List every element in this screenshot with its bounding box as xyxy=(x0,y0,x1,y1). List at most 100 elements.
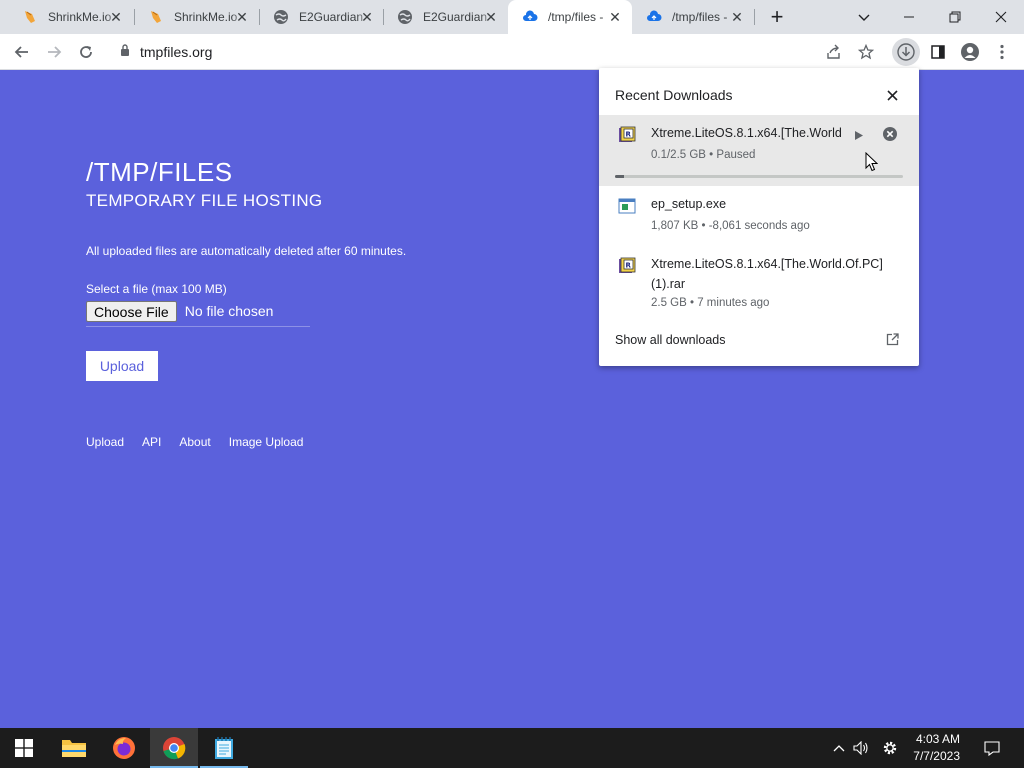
footer-link-upload[interactable]: Upload xyxy=(86,435,124,449)
cancel-download-button[interactable] xyxy=(882,126,898,142)
close-icon xyxy=(995,11,1007,23)
reload-button[interactable] xyxy=(72,38,100,66)
minimize-button[interactable] xyxy=(886,0,932,34)
browser-toolbar: tmpfiles.org xyxy=(0,34,1024,70)
rar-archive-icon: R xyxy=(619,126,636,142)
menu-button[interactable] xyxy=(988,38,1016,66)
page-subtitle: TEMPORARY FILE HOSTING xyxy=(86,191,323,210)
tab-strip: ShrinkMe.io ✕ ShrinkMe.io ✕ E2Guardian ✕… xyxy=(0,0,1024,34)
svg-text:R: R xyxy=(626,262,632,270)
show-all-downloads-link[interactable]: Show all downloads xyxy=(615,333,726,347)
speaker-icon xyxy=(853,741,868,755)
globe-icon xyxy=(273,9,289,25)
star-icon xyxy=(858,44,874,60)
notification-icon xyxy=(984,740,1000,756)
reload-icon xyxy=(80,46,92,58)
tab-e2guardian-2[interactable]: E2Guardian ✕ xyxy=(383,0,508,34)
file-input[interactable]: Choose File No file chosen xyxy=(86,301,310,327)
close-icon[interactable]: ✕ xyxy=(730,10,744,24)
download-item[interactable]: ep_setup.exe 1,807 KB • -8,061 seconds a… xyxy=(599,186,919,246)
download-progress-fill xyxy=(615,175,624,178)
taskbar-chrome[interactable] xyxy=(150,728,198,768)
download-status: 1,807 KB • -8,061 seconds ago xyxy=(651,220,810,232)
notification-center-button[interactable] xyxy=(976,728,1008,768)
minimize-icon xyxy=(904,16,914,18)
tab-shrinkme-2[interactable]: ShrinkMe.io ✕ xyxy=(134,0,259,34)
footer-link-about[interactable]: About xyxy=(179,435,210,449)
new-tab-button[interactable]: + xyxy=(762,0,792,34)
system-clock[interactable]: 4:03 AM 7/7/2023 xyxy=(913,731,960,765)
exe-file-icon xyxy=(618,198,636,214)
clock-date: 7/7/2023 xyxy=(913,749,960,763)
taskbar-notepad[interactable] xyxy=(200,728,248,768)
volume-button[interactable] xyxy=(850,728,872,768)
address-bar[interactable]: tmpfiles.org xyxy=(108,38,886,66)
download-item[interactable]: R Xtreme.LiteOS.8.1.x64.[The.World 0.1/2… xyxy=(599,115,919,186)
rar-archive-icon: R xyxy=(619,257,636,273)
download-status: 0.1/2.5 GB • Paused xyxy=(651,149,756,161)
arrow-left-icon xyxy=(14,46,28,58)
tab-shrinkme-1[interactable]: ShrinkMe.io ✕ xyxy=(8,0,133,34)
tab-tmpfiles-active[interactable]: /tmp/files - ✕ xyxy=(508,0,632,34)
chevron-down-icon xyxy=(858,14,870,21)
close-icon[interactable]: ✕ xyxy=(235,10,249,24)
download-filename-line2: (1).rar xyxy=(651,277,686,291)
download-progress-bar xyxy=(615,175,903,178)
downloads-button[interactable] xyxy=(892,38,920,66)
shrinkme-favicon xyxy=(22,9,38,25)
close-icon[interactable]: ✕ xyxy=(608,10,622,24)
close-bubble-button[interactable] xyxy=(883,86,901,104)
upload-button[interactable]: Upload xyxy=(86,351,158,381)
cloud-upload-icon xyxy=(522,9,538,25)
share-button[interactable] xyxy=(820,38,848,66)
chrome-icon xyxy=(163,737,186,760)
avatar-icon xyxy=(961,43,979,61)
share-icon xyxy=(827,44,840,59)
close-icon xyxy=(886,89,898,101)
show-hidden-icons-button[interactable] xyxy=(828,728,850,768)
forward-button[interactable] xyxy=(40,38,68,66)
side-panel-icon xyxy=(931,45,945,59)
close-icon[interactable]: ✕ xyxy=(109,10,123,24)
gear-icon xyxy=(883,741,897,755)
bookmark-button[interactable] xyxy=(852,38,880,66)
restore-button[interactable] xyxy=(932,0,978,34)
tab-e2guardian-1[interactable]: E2Guardian ✕ xyxy=(259,0,384,34)
file-select-label: Select a file (max 100 MB) xyxy=(86,282,227,296)
svg-text:R: R xyxy=(626,131,632,139)
download-filename: Xtreme.LiteOS.8.1.x64.[The.World xyxy=(651,126,842,140)
taskbar-file-explorer[interactable] xyxy=(50,728,98,768)
side-panel-button[interactable] xyxy=(924,38,952,66)
taskbar-firefox[interactable] xyxy=(100,728,148,768)
tab-separator xyxy=(754,9,755,25)
lock-icon[interactable] xyxy=(120,43,130,61)
download-item[interactable]: R Xtreme.LiteOS.8.1.x64.[The.World.Of.PC… xyxy=(599,246,919,320)
clock-time: 4:03 AM xyxy=(915,732,960,746)
close-icon[interactable]: ✕ xyxy=(360,10,374,24)
tab-tmpfiles-2[interactable]: /tmp/files - ✕ xyxy=(632,0,754,34)
downloads-header: Recent Downloads xyxy=(615,87,733,103)
close-icon[interactable]: ✕ xyxy=(484,10,498,24)
tab-search-button[interactable] xyxy=(850,0,878,34)
back-button[interactable] xyxy=(8,38,36,66)
page-title: /TMP/FILES xyxy=(86,157,233,187)
download-icon xyxy=(897,43,915,61)
resume-button[interactable] xyxy=(851,127,867,143)
mouse-cursor-icon xyxy=(865,152,878,172)
download-filename-line1: Xtreme.LiteOS.8.1.x64.[The.World.Of.PC] xyxy=(651,257,883,271)
start-button[interactable] xyxy=(0,728,48,768)
close-window-button[interactable] xyxy=(978,0,1024,34)
footer-nav: Upload API About Image Upload xyxy=(86,435,321,449)
cancel-circle-icon xyxy=(883,127,897,141)
deletion-notice: All uploaded files are automatically del… xyxy=(86,244,407,258)
footer-link-api[interactable]: API xyxy=(142,435,161,449)
chevron-up-icon xyxy=(833,745,845,752)
taskbar: 4:03 AM 7/7/2023 xyxy=(0,728,1024,768)
profile-button[interactable] xyxy=(956,38,984,66)
open-external-icon[interactable] xyxy=(886,333,899,351)
firefox-icon xyxy=(113,737,135,759)
footer-link-image-upload[interactable]: Image Upload xyxy=(229,435,304,449)
play-icon xyxy=(855,130,863,140)
choose-file-button[interactable]: Choose File xyxy=(86,301,177,322)
settings-tray-button[interactable] xyxy=(878,728,902,768)
